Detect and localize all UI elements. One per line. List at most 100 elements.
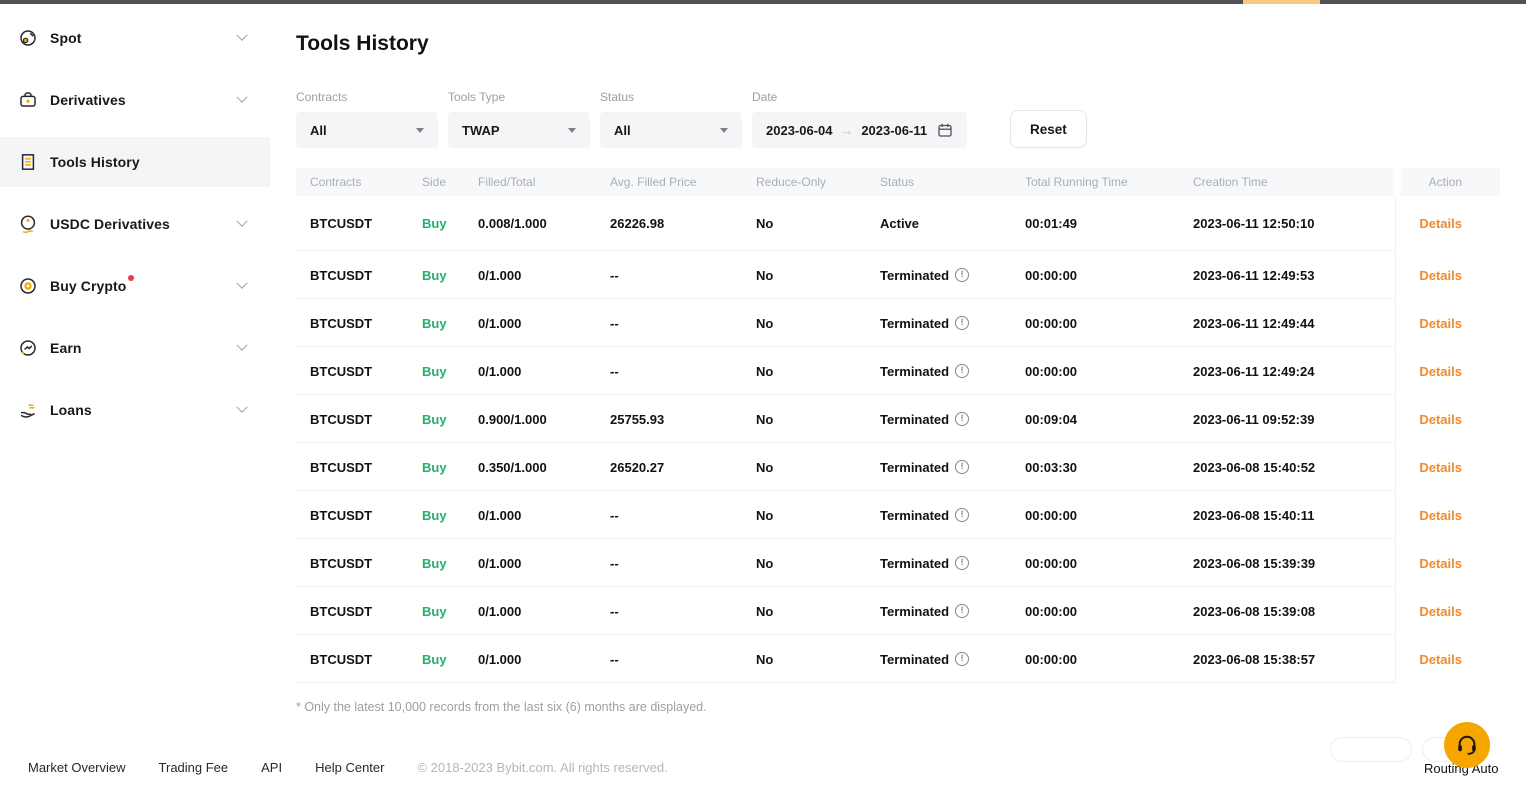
cell-avg-filled-price: 26226.98: [610, 216, 756, 231]
contracts-select[interactable]: All: [296, 112, 438, 148]
records-footnote: * Only the latest 10,000 records from th…: [296, 700, 707, 714]
details-link[interactable]: Details: [1419, 412, 1462, 427]
cell-total-running-time: 00:01:49: [1025, 216, 1193, 231]
sidebar-item-usdc-derivatives[interactable]: USDC Derivatives: [0, 199, 270, 249]
details-link[interactable]: Details: [1419, 460, 1462, 475]
table-row: BTCUSDT Buy 0/1.000 -- No Terminated ! 0…: [296, 587, 1500, 635]
cell-reduce-only: No: [756, 604, 880, 619]
cell-side: Buy: [422, 316, 478, 331]
sidebar-item-tools-history[interactable]: Tools History: [0, 137, 270, 187]
status-text: Terminated: [880, 508, 949, 523]
cell-action: Details: [1395, 508, 1500, 523]
cell-side: Buy: [422, 556, 478, 571]
cell-side: Buy: [422, 460, 478, 475]
info-icon[interactable]: !: [955, 556, 969, 570]
column-header-action: Action: [1395, 168, 1500, 196]
cell-status: Terminated !: [880, 316, 1025, 331]
sidebar-item-label: Buy Crypto: [50, 278, 126, 294]
info-icon[interactable]: !: [955, 364, 969, 378]
cell-filled-total: 0/1.000: [478, 316, 610, 331]
column-header-total-running-time: Total Running Time: [1025, 168, 1193, 196]
tools-type-select[interactable]: TWAP: [448, 112, 590, 148]
cell-side: Buy: [422, 364, 478, 379]
chevron-down-icon: [236, 278, 247, 289]
sidebar-item-label: Tools History: [50, 154, 140, 170]
table-body: BTCUSDT Buy 0.008/1.000 26226.98 No Acti…: [296, 196, 1500, 683]
cell-creation-time: 2023-06-08 15:38:57: [1193, 652, 1395, 667]
details-link[interactable]: Details: [1419, 604, 1462, 619]
sidebar-item-label: Derivatives: [50, 92, 126, 108]
sidebar-item-earn[interactable]: Earn: [0, 323, 270, 373]
cell-avg-filled-price: 25755.93: [610, 412, 756, 427]
cell-action: Details: [1395, 316, 1500, 331]
cell-reduce-only: No: [756, 508, 880, 523]
filter-contracts: Contracts All: [296, 90, 438, 148]
footer-link-api[interactable]: API: [261, 760, 282, 775]
cell-creation-time: 2023-06-08 15:39:08: [1193, 604, 1395, 619]
cell-total-running-time: 00:00:00: [1025, 508, 1193, 523]
info-icon[interactable]: !: [955, 316, 969, 330]
cell-filled-total: 0.900/1.000: [478, 412, 610, 427]
column-header-reduce-only: Reduce-Only: [756, 168, 880, 196]
chevron-down-icon: [236, 216, 247, 227]
info-icon[interactable]: !: [955, 508, 969, 522]
cell-reduce-only: No: [756, 412, 880, 427]
details-link[interactable]: Details: [1419, 216, 1462, 231]
table-row: BTCUSDT Buy 0.008/1.000 26226.98 No Acti…: [296, 196, 1500, 251]
status-text: Active: [880, 216, 919, 231]
cell-status: Terminated !: [880, 652, 1025, 667]
sidebar-item-label: Loans: [50, 402, 92, 418]
date-range-picker[interactable]: 2023-06-04 → 2023-06-11: [752, 112, 967, 148]
support-chat-button[interactable]: [1444, 722, 1490, 768]
details-link[interactable]: Details: [1419, 316, 1462, 331]
details-link[interactable]: Details: [1419, 556, 1462, 571]
reset-button[interactable]: Reset: [1010, 110, 1087, 148]
table-row: BTCUSDT Buy 0/1.000 -- No Terminated ! 0…: [296, 251, 1500, 299]
filters-bar: Contracts All Tools Type TWAP Status All…: [296, 90, 1087, 148]
footer-link-help-center[interactable]: Help Center: [315, 760, 384, 775]
status-text: Terminated: [880, 268, 949, 283]
cell-avg-filled-price: 26520.27: [610, 460, 756, 475]
details-link[interactable]: Details: [1419, 652, 1462, 667]
buy-crypto-icon: [18, 276, 38, 296]
info-icon[interactable]: !: [955, 652, 969, 666]
cell-contracts: BTCUSDT: [296, 364, 422, 379]
footer-link-trading-fee[interactable]: Trading Fee: [159, 760, 229, 775]
cell-total-running-time: 00:00:00: [1025, 364, 1193, 379]
sidebar-item-buy-crypto[interactable]: Buy Crypto: [0, 261, 270, 311]
info-icon[interactable]: !: [955, 604, 969, 618]
cell-action: Details: [1395, 364, 1500, 379]
details-link[interactable]: Details: [1419, 364, 1462, 379]
cell-total-running-time: 00:00:00: [1025, 268, 1193, 283]
cell-side: Buy: [422, 268, 478, 283]
sidebar-item-spot[interactable]: Spot: [0, 13, 270, 63]
info-icon[interactable]: !: [955, 460, 969, 474]
cell-total-running-time: 00:00:00: [1025, 604, 1193, 619]
status-text: Terminated: [880, 412, 949, 427]
footer-link-market-overview[interactable]: Market Overview: [28, 760, 126, 775]
date-from-value: 2023-06-04: [766, 123, 833, 138]
sidebar-item-loans[interactable]: Loans: [0, 385, 270, 435]
sidebar-item-list: Spot Derivatives Tools History USDC Deri…: [0, 13, 270, 435]
cell-action: Details: [1395, 556, 1500, 571]
action-column-divider: [1395, 196, 1396, 683]
info-icon[interactable]: !: [955, 412, 969, 426]
cell-filled-total: 0.350/1.000: [478, 460, 610, 475]
sidebar-item-label: Earn: [50, 340, 82, 356]
copyright-text: © 2018-2023 Bybit.com. All rights reserv…: [417, 760, 667, 775]
cell-total-running-time: 00:00:00: [1025, 652, 1193, 667]
column-header-filled-total: Filled/Total: [478, 168, 610, 196]
cell-reduce-only: No: [756, 316, 880, 331]
cell-total-running-time: 00:09:04: [1025, 412, 1193, 427]
status-select[interactable]: All: [600, 112, 742, 148]
cell-total-running-time: 00:00:00: [1025, 316, 1193, 331]
table-row: BTCUSDT Buy 0/1.000 -- No Terminated ! 0…: [296, 491, 1500, 539]
details-link[interactable]: Details: [1419, 508, 1462, 523]
pagination-prev-button[interactable]: [1330, 737, 1412, 762]
sidebar-item-derivatives[interactable]: Derivatives: [0, 75, 270, 125]
cell-contracts: BTCUSDT: [296, 652, 422, 667]
info-icon[interactable]: !: [955, 268, 969, 282]
footer-links: Market Overview Trading Fee API Help Center: [28, 760, 384, 775]
details-link[interactable]: Details: [1419, 268, 1462, 283]
chevron-down-icon: [236, 402, 247, 413]
